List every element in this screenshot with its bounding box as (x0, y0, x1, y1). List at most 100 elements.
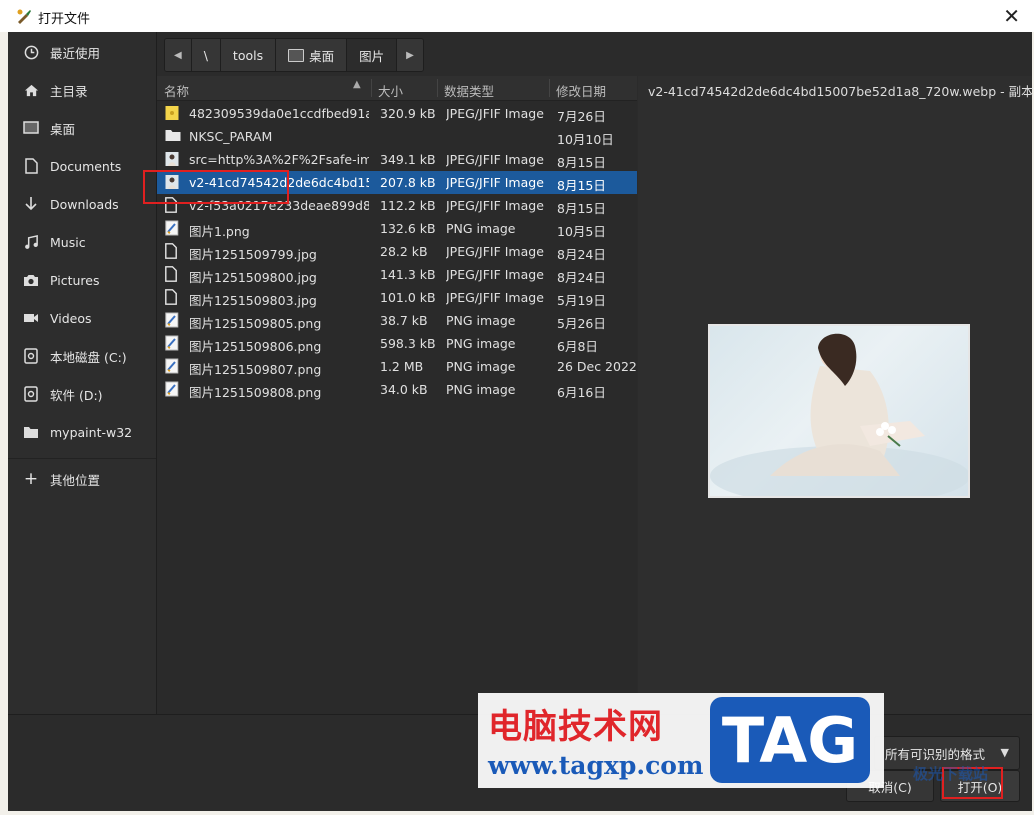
clock-icon (22, 44, 40, 60)
preview-image (708, 324, 970, 498)
sidebar-item-videos[interactable]: Videos (8, 299, 156, 337)
column-name[interactable]: 名称 (164, 81, 189, 100)
title-bar: 打开文件 ✕ (0, 0, 1034, 32)
file-date: 10月10日 (557, 132, 614, 147)
file-row[interactable]: 图片1251509806.png 598.3 kB PNG image 6月8日 (157, 332, 637, 355)
file-name: 图片1251509806.png (189, 339, 322, 354)
drive-icon (22, 348, 40, 364)
file-name: NKSC_PARAM (189, 129, 273, 144)
file-row[interactable]: 图片1.png 132.6 kB PNG image 10月5日 (157, 217, 637, 240)
sidebar-item-label: Music (50, 234, 86, 250)
sidebar-item-recent[interactable]: 最近使用 (8, 33, 156, 71)
path-desktop[interactable]: 桌面 (276, 39, 348, 71)
window-title: 打开文件 (38, 12, 91, 27)
png-icon (165, 381, 179, 397)
highlight-selected-file (143, 170, 289, 204)
file-row[interactable]: 图片1251509803.jpg 101.0 kB JPEG/JFIF Image 5… (157, 286, 637, 309)
sidebar-item-label: Pictures (50, 272, 100, 288)
file-type: PNG image (446, 221, 516, 236)
column-size[interactable]: 大小 (378, 81, 403, 100)
path-bar: ◀ \ tools 桌面 图片 ▶ (164, 38, 424, 72)
path-tools[interactable]: tools (220, 39, 277, 71)
file-type: JPEG/JFIF Image (446, 267, 544, 282)
file-date: 26 Dec 2022 (557, 359, 637, 374)
sidebar-item-documents[interactable]: Documents (8, 147, 156, 185)
watermark-url: www.tagxp.com (488, 751, 704, 780)
sidebar-item-desktop[interactable]: 桌面 (8, 109, 156, 147)
file-date: 6月8日 (557, 339, 598, 354)
path-forward-button[interactable]: ▶ (397, 39, 423, 71)
file-row[interactable]: 图片1251509805.png 38.7 kB PNG image 5月26日 (157, 309, 637, 332)
column-type[interactable]: 数据类型 (444, 81, 494, 100)
file-name: 图片1251509808.png (189, 385, 322, 400)
file-type: JPEG/JFIF Image (446, 175, 544, 190)
file-type: JPEG/JFIF Image (446, 290, 544, 305)
file-icon (165, 266, 179, 282)
file-type: JPEG/JFIF Image (446, 198, 544, 213)
column-header: 名称 ▲ 大小 数据类型 修改日期 (157, 76, 637, 101)
file-size: 132.6 kB (380, 221, 436, 236)
sidebar-separator (8, 458, 156, 459)
file-size: 207.8 kB (380, 175, 436, 190)
sidebar-item-label: 其他位置 (50, 472, 101, 488)
watermark-banner: 电脑技术网 www.tagxp.com TAG (478, 693, 884, 788)
file-size: 101.0 kB (380, 290, 436, 305)
file-date: 6月16日 (557, 385, 606, 400)
file-row[interactable]: 图片1251509799.jpg 28.2 kB JPEG/JFIF Image 8月… (157, 240, 637, 263)
desktop-icon (22, 120, 40, 136)
download-icon (22, 196, 40, 212)
watermark-site: 极光下载站 (913, 765, 989, 783)
sidebar-item-music[interactable]: Music (8, 223, 156, 261)
sidebar-item-pictures[interactable]: Pictures (8, 261, 156, 299)
file-type-filter-label: 所有可识别的格式 (885, 746, 986, 762)
sidebar-item-label: 软件 (D:) (50, 387, 103, 403)
file-row[interactable]: 482309539da0e1ccdfbed91a... 320.9 kB JPEG/… (157, 102, 637, 125)
sidebar-item-downloads[interactable]: Downloads (8, 185, 156, 223)
app-icon (17, 9, 31, 24)
path-pictures[interactable]: 图片 (347, 39, 398, 71)
sidebar-item-label: Downloads (50, 196, 119, 212)
file-type: PNG image (446, 336, 516, 351)
file-type: JPEG/JFIF Image (446, 152, 544, 167)
sidebar-item-label: 本地磁盘 (C:) (50, 349, 127, 365)
watermark-text-cn: 电脑技术网 (488, 707, 663, 747)
sidebar-item-home[interactable]: 主目录 (8, 71, 156, 109)
png-icon (165, 335, 179, 351)
file-icon (165, 289, 179, 305)
file-size: 34.0 kB (380, 382, 428, 397)
file-name: 图片1.png (189, 224, 250, 239)
sidebar-item-drive-d[interactable]: 软件 (D:) (8, 375, 156, 413)
file-row[interactable]: NKSC_PARAM 10月10日 (157, 125, 637, 148)
close-icon[interactable]: ✕ (1003, 4, 1020, 28)
file-row[interactable]: 图片1251509807.png 1.2 MB PNG image 26 Dec 20… (157, 355, 637, 378)
sidebar-item-drive-c[interactable]: 本地磁盘 (C:) (8, 337, 156, 375)
sidebar-item-mypaint[interactable]: mypaint-w32 (8, 413, 156, 451)
sidebar-item-other-locations[interactable]: + 其他位置 (8, 460, 156, 498)
file-size: 349.1 kB (380, 152, 436, 167)
file-type: PNG image (446, 313, 516, 328)
file-size: 320.9 kB (380, 106, 436, 121)
path-back-button[interactable]: ◀ (165, 39, 192, 71)
sort-ascending-icon[interactable]: ▲ (353, 79, 361, 90)
file-date: 5月19日 (557, 293, 606, 308)
png-icon (165, 312, 179, 328)
file-name: 482309539da0e1ccdfbed91a... (189, 106, 369, 121)
home-icon (22, 82, 40, 98)
file-row[interactable]: 图片1251509800.jpg 141.3 kB JPEG/JFIF Image 8… (157, 263, 637, 286)
camera-icon (22, 272, 40, 288)
file-size: 141.3 kB (380, 267, 436, 282)
watermark-tag-logo: TAG (710, 697, 870, 783)
folder-icon (165, 128, 181, 144)
file-type: PNG image (446, 359, 516, 374)
file-row[interactable]: 图片1251509808.png 34.0 kB PNG image 6月16日 (157, 378, 637, 401)
file-size: 1.2 MB (380, 359, 424, 374)
path-root[interactable]: \ (191, 39, 221, 71)
path-desktop-label: 桌面 (309, 48, 335, 64)
file-date: 8月15日 (557, 201, 606, 216)
file-date: 5月26日 (557, 316, 606, 331)
column-separator (371, 79, 372, 97)
file-date: 10月5日 (557, 224, 606, 239)
sidebar-item-label: 主目录 (50, 83, 88, 99)
file-row[interactable]: src=http%3A%2F%2Fsafe-im... 349.1 kB JPEG/… (157, 148, 637, 171)
column-date[interactable]: 修改日期 (556, 81, 606, 100)
